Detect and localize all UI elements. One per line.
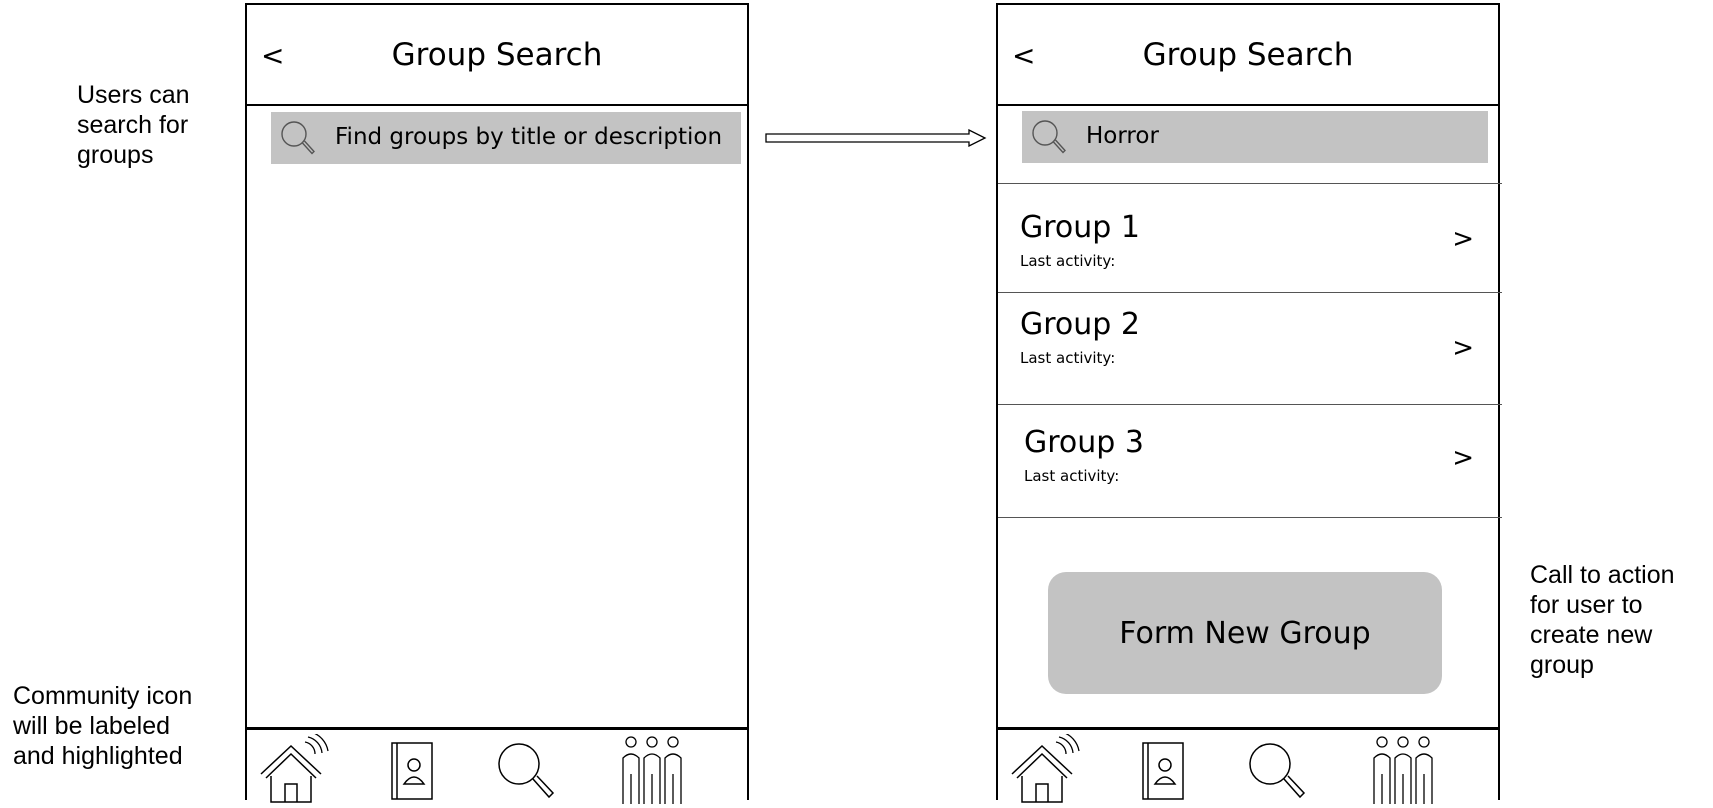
group-title: Group 2 (1020, 307, 1140, 342)
page-title: Group Search (391, 37, 603, 73)
search-input[interactable]: Find groups by title or description (335, 122, 722, 152)
group-result-item[interactable]: Group 2 Last activity: > (998, 293, 1498, 404)
nav-search[interactable] (487, 734, 563, 804)
cta-annotation: Call to action for user to create new gr… (1530, 561, 1675, 679)
group-last-activity: Last activity: (1020, 349, 1116, 367)
search-bar[interactable]: Find groups by title or description (271, 112, 741, 164)
community-icon (1373, 736, 1433, 804)
search-bar[interactable]: Horror (1022, 111, 1488, 163)
phone-screen-search-results: < Group Search Horror Group 1 Last activ… (996, 3, 1502, 804)
screen-header: < Group Search (247, 5, 747, 106)
bottom-nav (247, 727, 747, 804)
list-divider (998, 517, 1502, 518)
page-title: Group Search (1142, 37, 1354, 73)
home-icon (260, 731, 329, 803)
contacts-icon (391, 742, 433, 800)
nav-home[interactable] (1006, 731, 1082, 804)
nav-search[interactable] (1238, 734, 1314, 804)
nav-community[interactable] (614, 734, 690, 804)
nav-contacts[interactable] (375, 734, 451, 804)
magnifier-icon (1032, 120, 1066, 154)
bottom-nav (998, 727, 1498, 804)
chevron-right-icon: > (1452, 443, 1474, 473)
transition-arrow-icon (765, 129, 987, 147)
community-icon (622, 736, 682, 804)
group-result-item[interactable]: Group 1 Last activity: > (998, 184, 1498, 292)
nav-home[interactable] (255, 731, 331, 804)
contacts-icon (1142, 742, 1184, 800)
screen-header: < Group Search (998, 5, 1498, 106)
chevron-right-icon: > (1452, 333, 1474, 363)
nav-community[interactable] (1365, 734, 1441, 804)
search-icon (1249, 743, 1306, 799)
search-icon (498, 743, 555, 799)
chevron-right-icon: > (1452, 224, 1474, 254)
home-icon (1011, 731, 1080, 803)
group-last-activity: Last activity: (1020, 252, 1116, 270)
community-annotation: Community icon will be labeled and highl… (13, 682, 193, 770)
search-annotation: Users can search for groups (77, 81, 190, 169)
magnifier-icon (281, 121, 315, 155)
phone-screen-empty-search: < Group Search Find groups by title or d… (245, 3, 749, 804)
form-new-group-button[interactable]: Form New Group (1048, 572, 1442, 694)
search-input[interactable]: Horror (1086, 121, 1159, 151)
nav-contacts[interactable] (1126, 734, 1202, 804)
group-title: Group 3 (1024, 425, 1144, 460)
group-result-item[interactable]: Group 3 Last activity: > (998, 405, 1498, 517)
group-last-activity: Last activity: (1024, 467, 1120, 485)
group-title: Group 1 (1020, 210, 1140, 245)
